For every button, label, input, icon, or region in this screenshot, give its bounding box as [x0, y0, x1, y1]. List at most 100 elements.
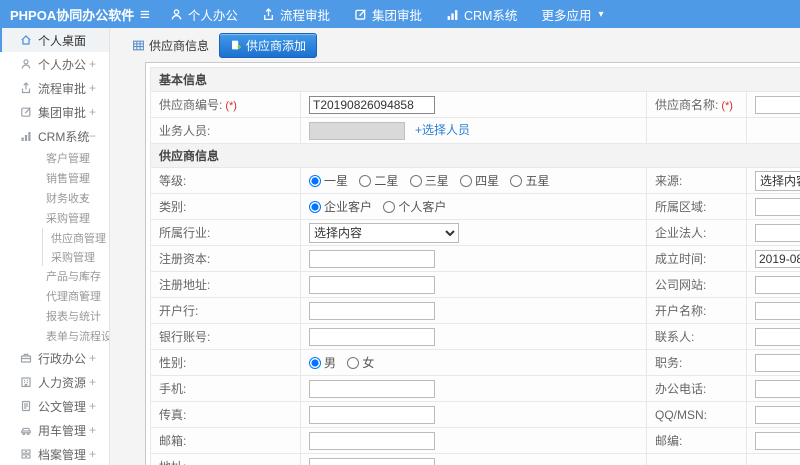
sidebar-item-admin-office[interactable]: 行政办公 + [0, 346, 109, 370]
expand-toggle[interactable]: + [89, 105, 96, 119]
account-name-input[interactable] [755, 301, 800, 320]
category-radio[interactable] [309, 201, 321, 213]
position-input[interactable] [755, 353, 800, 372]
sidebar-item-workflow-approval[interactable]: 流程审批 + [0, 76, 109, 100]
nav-item-group-approval[interactable]: 集团审批 [354, 5, 422, 24]
level-option[interactable]: 五星 [510, 174, 549, 188]
category-option[interactable]: 企业客户 [309, 200, 372, 214]
form-row-bank-accountname: 开户行: 开户名称: [150, 297, 800, 324]
sidebar-item-supplier-mgmt[interactable]: 供应商管理 [42, 228, 109, 247]
tab-supplier-add[interactable]: 供应商添加 [219, 32, 318, 58]
sidebar-item-sales-mgmt[interactable]: 销售管理 + [0, 168, 109, 188]
gender-radio[interactable] [347, 357, 360, 369]
qq-msn-input[interactable] [755, 405, 800, 424]
sidebar-item-form-flow-settings[interactable]: 表单与流程设置+ [0, 326, 109, 346]
reg-address-input[interactable] [309, 275, 435, 294]
sidebar-item-personal-office[interactable]: 个人办公 + [0, 52, 109, 76]
founded-input[interactable] [755, 249, 800, 268]
section-header-basic: 基本信息 [149, 67, 800, 92]
sidebar-item-personal-desktop[interactable]: 个人桌面 [0, 28, 109, 52]
mobile-input[interactable] [309, 379, 435, 398]
nav-item-workflow-approval[interactable]: 流程审批 [262, 5, 330, 24]
zip-input[interactable] [755, 431, 800, 450]
gender-option[interactable]: 女 [347, 356, 374, 370]
level-option[interactable]: 四星 [460, 174, 499, 188]
website-input[interactable] [755, 275, 800, 294]
level-radio[interactable] [510, 175, 523, 187]
expand-toggle[interactable]: + [80, 171, 87, 185]
sidebar-item-archive-mgmt[interactable]: 档案管理 + [0, 442, 109, 465]
sidebar-item-document-mgmt[interactable]: 公文管理 + [0, 394, 109, 418]
office-phone-input[interactable] [755, 379, 800, 398]
expand-toggle[interactable]: + [89, 351, 96, 365]
supplier-name-label: 供应商名称: (*) [646, 91, 747, 118]
sidebar-item-customer-mgmt[interactable]: 客户管理 + [0, 148, 109, 168]
expand-toggle[interactable]: + [80, 191, 87, 205]
sidebar-item-vehicle-mgmt[interactable]: 用车管理 + [0, 418, 109, 442]
expand-toggle[interactable]: + [89, 423, 96, 437]
region-input[interactable] [755, 197, 800, 216]
bank-account-input[interactable] [309, 327, 435, 346]
legal-person-input[interactable] [755, 223, 800, 242]
sidebar-item-reports-stats[interactable]: 报表与统计 [0, 306, 109, 326]
expand-toggle[interactable]: + [89, 447, 96, 461]
nav-item-personal-office[interactable]: 个人办公 [170, 5, 238, 24]
supplier-name-input[interactable] [755, 95, 800, 114]
nav-item-more-apps[interactable]: 更多应用 ▾ [541, 5, 603, 24]
form-row-industry-legal: 所属行业: 选择内容 企业法人: [150, 219, 800, 246]
expand-toggle[interactable]: + [89, 57, 96, 71]
gender-option[interactable]: 男 [309, 356, 336, 370]
level-option[interactable]: 三星 [409, 174, 449, 188]
tab-bar: 供应商信息 供应商添加 [110, 28, 800, 62]
sidebar-item-product-inventory[interactable]: 产品与库存 + [0, 266, 109, 286]
level-radio[interactable] [309, 175, 321, 187]
sidebar-item-crm[interactable]: CRM系统 − [0, 124, 109, 148]
account-name-label: 开户名称: [646, 297, 747, 324]
business-staff-input[interactable] [309, 121, 405, 140]
level-option[interactable]: 二星 [359, 174, 398, 188]
tab-supplier-info[interactable]: 供应商信息 [132, 37, 209, 54]
gender-radio[interactable] [309, 357, 321, 369]
category-radio[interactable] [383, 201, 396, 213]
category-option[interactable]: 个人客户 [383, 200, 446, 214]
briefcase-icon [20, 352, 32, 364]
industry-select[interactable]: 选择内容 [309, 222, 459, 243]
sidebar-item-purchasing[interactable]: 采购管理 [42, 247, 109, 266]
main-nav: 个人办公 流程审批 集团审批 CRM系统 更多应用 ▾ [170, 5, 628, 24]
bank-label: 开户行: [150, 297, 301, 324]
collapse-toggle[interactable]: − [80, 211, 87, 225]
bank-input[interactable] [309, 301, 435, 320]
expand-toggle[interactable]: + [80, 289, 87, 303]
people-icon [20, 376, 32, 388]
sidebar-item-group-approval[interactable]: 集团审批 + [0, 100, 109, 124]
expand-toggle[interactable]: + [89, 399, 96, 413]
expand-toggle[interactable]: + [89, 375, 96, 389]
email-input[interactable] [309, 431, 435, 450]
level-radio[interactable] [359, 175, 372, 187]
sidebar-item-purchase-mgmt[interactable]: 采购管理 − [0, 208, 109, 228]
nav-item-crm[interactable]: CRM系统 [446, 5, 517, 24]
expand-toggle[interactable]: + [89, 81, 96, 95]
choose-staff-link[interactable]: +选择人员 [415, 123, 470, 137]
sidebar-item-finance[interactable]: 财务收支 + [0, 188, 109, 208]
form-row-category-region: 类别: 企业客户 个人客户 所属区域: [150, 193, 800, 220]
level-option[interactable]: 一星 [309, 174, 348, 188]
address-input[interactable] [309, 457, 435, 465]
empty-cell [646, 117, 747, 144]
source-select[interactable]: 选择内容 [755, 170, 800, 191]
form-row-regaddress-website: 注册地址: 公司网站: [150, 271, 800, 298]
collapse-toggle[interactable]: − [89, 129, 96, 143]
reg-capital-input[interactable] [309, 249, 435, 268]
sidebar-item-agent-mgmt[interactable]: 代理商管理 + [0, 286, 109, 306]
fax-input[interactable] [309, 405, 435, 424]
supplier-no-input[interactable] [309, 95, 435, 114]
sidebar-item-hr[interactable]: 人力资源 + [0, 370, 109, 394]
expand-toggle[interactable]: + [80, 269, 87, 283]
required-mark: (*) [721, 100, 733, 112]
level-radio[interactable] [460, 175, 473, 187]
expand-toggle[interactable]: + [80, 151, 87, 165]
brand-logo: PHPOA协同办公软件 [10, 7, 135, 23]
contact-input[interactable] [755, 327, 800, 346]
level-radio[interactable] [409, 175, 422, 187]
menu-toggle-icon[interactable]: ≡ [140, 6, 150, 23]
